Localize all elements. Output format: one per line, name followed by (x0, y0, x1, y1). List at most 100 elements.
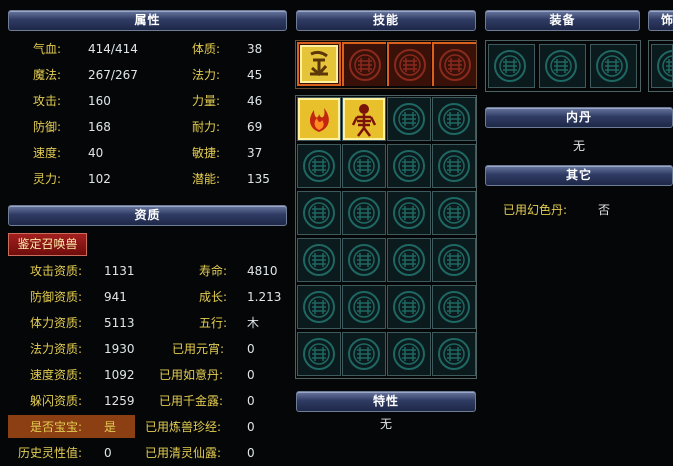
empty-skill-slot[interactable] (342, 332, 386, 376)
aptitude-label: 已用千金露: (159, 394, 224, 408)
decoration-header: 饰 (648, 10, 673, 31)
empty-skill-slot[interactable] (432, 238, 476, 282)
other-header: 其它 (485, 165, 673, 186)
empty-skill-slot[interactable] (432, 97, 476, 141)
empty-skill-slot[interactable] (387, 285, 431, 329)
aptitude-label: 五行: (199, 316, 228, 330)
aptitude-value: 0 (104, 446, 112, 460)
decoration-frame (648, 40, 673, 92)
empty-skill-slot[interactable] (387, 191, 431, 235)
attr-value: 37 (247, 146, 263, 160)
locked-slot-icon[interactable] (342, 42, 386, 86)
aptitude-value: 0 (247, 342, 255, 356)
attr-label: 体质: (192, 42, 221, 56)
attr-label: 敏捷: (192, 146, 221, 160)
attr-value: 168 (88, 120, 111, 134)
locked-slot-icon[interactable] (387, 42, 431, 86)
empty-skill-slot[interactable] (297, 238, 341, 282)
aptitude-value: 0 (247, 394, 255, 408)
aptitude-value: 1.213 (247, 290, 282, 304)
empty-skill-slot[interactable] (432, 332, 476, 376)
aptitude-label: 法力资质: (30, 342, 83, 356)
empty-skill-slot[interactable] (387, 332, 431, 376)
aptitude-label: 速度资质: (30, 368, 83, 382)
attr-label: 潜能: (192, 172, 221, 186)
inner-core-header: 内丹 (485, 107, 673, 128)
aptitude-label: 已用元宵: (172, 342, 225, 356)
empty-skill-slot[interactable] (342, 238, 386, 282)
empty-skill-slot[interactable] (387, 97, 431, 141)
skills-header: 技能 (296, 10, 476, 31)
empty-skill-slot[interactable] (342, 144, 386, 188)
other-label: 已用幻色丹: (503, 203, 568, 217)
aptitude-label: 历史灵性值: (18, 446, 83, 460)
aptitude-value: 941 (104, 290, 127, 304)
attr-label: 力量: (192, 94, 221, 108)
empty-skill-slot[interactable] (297, 285, 341, 329)
empty-skill-slot[interactable] (432, 191, 476, 235)
inner-core-value: 无 (572, 139, 585, 153)
attr-label: 法力: (192, 68, 221, 82)
equipment-header: 装备 (485, 10, 640, 31)
aptitude-value: 1930 (104, 342, 135, 356)
empty-skill-slot[interactable] (297, 191, 341, 235)
empty-skill-slot[interactable] (342, 191, 386, 235)
aptitude-value: 1131 (104, 264, 135, 278)
attr-value: 267/267 (88, 68, 138, 82)
aptitude-header: 资质 (8, 205, 287, 226)
attr-label: 攻击: (33, 94, 62, 108)
aptitude-value: 1092 (104, 368, 135, 382)
attributes-header: 属性 (8, 10, 287, 31)
attr-label: 耐力: (192, 120, 221, 134)
attr-label: 气血: (33, 42, 62, 56)
aptitude-label: 成长: (199, 290, 228, 304)
aptitude-value: 4810 (247, 264, 278, 278)
skeleton-skill-icon[interactable] (342, 97, 386, 141)
flame-skill-icon[interactable] (297, 97, 341, 141)
empty-skill-slot[interactable] (432, 144, 476, 188)
attr-value: 38 (247, 42, 263, 56)
attr-label: 灵力: (33, 172, 62, 186)
empty-skill-slot[interactable] (387, 238, 431, 282)
aptitude-value: 0 (247, 420, 255, 434)
attr-value: 160 (88, 94, 111, 108)
aptitude-label: 已用炼兽珍经: (145, 420, 222, 434)
attr-value: 40 (88, 146, 104, 160)
aptitude-label: 防御资质: (30, 290, 83, 304)
attr-value: 135 (247, 172, 270, 186)
aptitude-label: 已用清灵仙露: (145, 446, 222, 460)
locked-slot-icon[interactable] (432, 42, 476, 86)
empty-skill-slot[interactable] (342, 285, 386, 329)
empty-skill-slot[interactable] (297, 144, 341, 188)
aptitude-value: 0 (247, 446, 255, 460)
equipment-slot[interactable] (539, 44, 586, 88)
aptitude-label: 已用如意丹: (159, 368, 224, 382)
aptitude-value: 木 (247, 316, 260, 330)
aptitude-label: 寿命: (199, 264, 228, 278)
equipment-slot[interactable] (590, 44, 637, 88)
empty-skill-slot[interactable] (297, 332, 341, 376)
yellow-rune-skill-icon[interactable] (297, 42, 341, 86)
identify-pet-button[interactable]: 鉴定召唤兽 (8, 233, 87, 256)
aptitude-value: 5113 (104, 316, 135, 330)
attr-value: 102 (88, 172, 111, 186)
trait-value: 无 (379, 417, 392, 431)
attr-label: 速度: (33, 146, 62, 160)
aptitude-label: 攻击资质: (30, 264, 83, 278)
attr-label: 魔法: (33, 68, 62, 82)
aptitude-value: 0 (247, 368, 255, 382)
empty-skill-slot[interactable] (432, 285, 476, 329)
empty-skill-slot[interactable] (387, 144, 431, 188)
aptitude-value: 是 (104, 420, 117, 434)
attr-value: 69 (247, 120, 263, 134)
aptitude-label: 躲闪资质: (30, 394, 83, 408)
aptitude-value: 1259 (104, 394, 135, 408)
attr-label: 防御: (33, 120, 62, 134)
attr-value: 46 (247, 94, 263, 108)
trait-header: 特性 (296, 391, 476, 412)
other-value: 否 (598, 203, 611, 217)
attr-value: 45 (247, 68, 263, 82)
attr-value: 414/414 (88, 42, 138, 56)
equipment-slot[interactable] (488, 44, 535, 88)
aptitude-label: 是否宝宝: (30, 420, 83, 434)
